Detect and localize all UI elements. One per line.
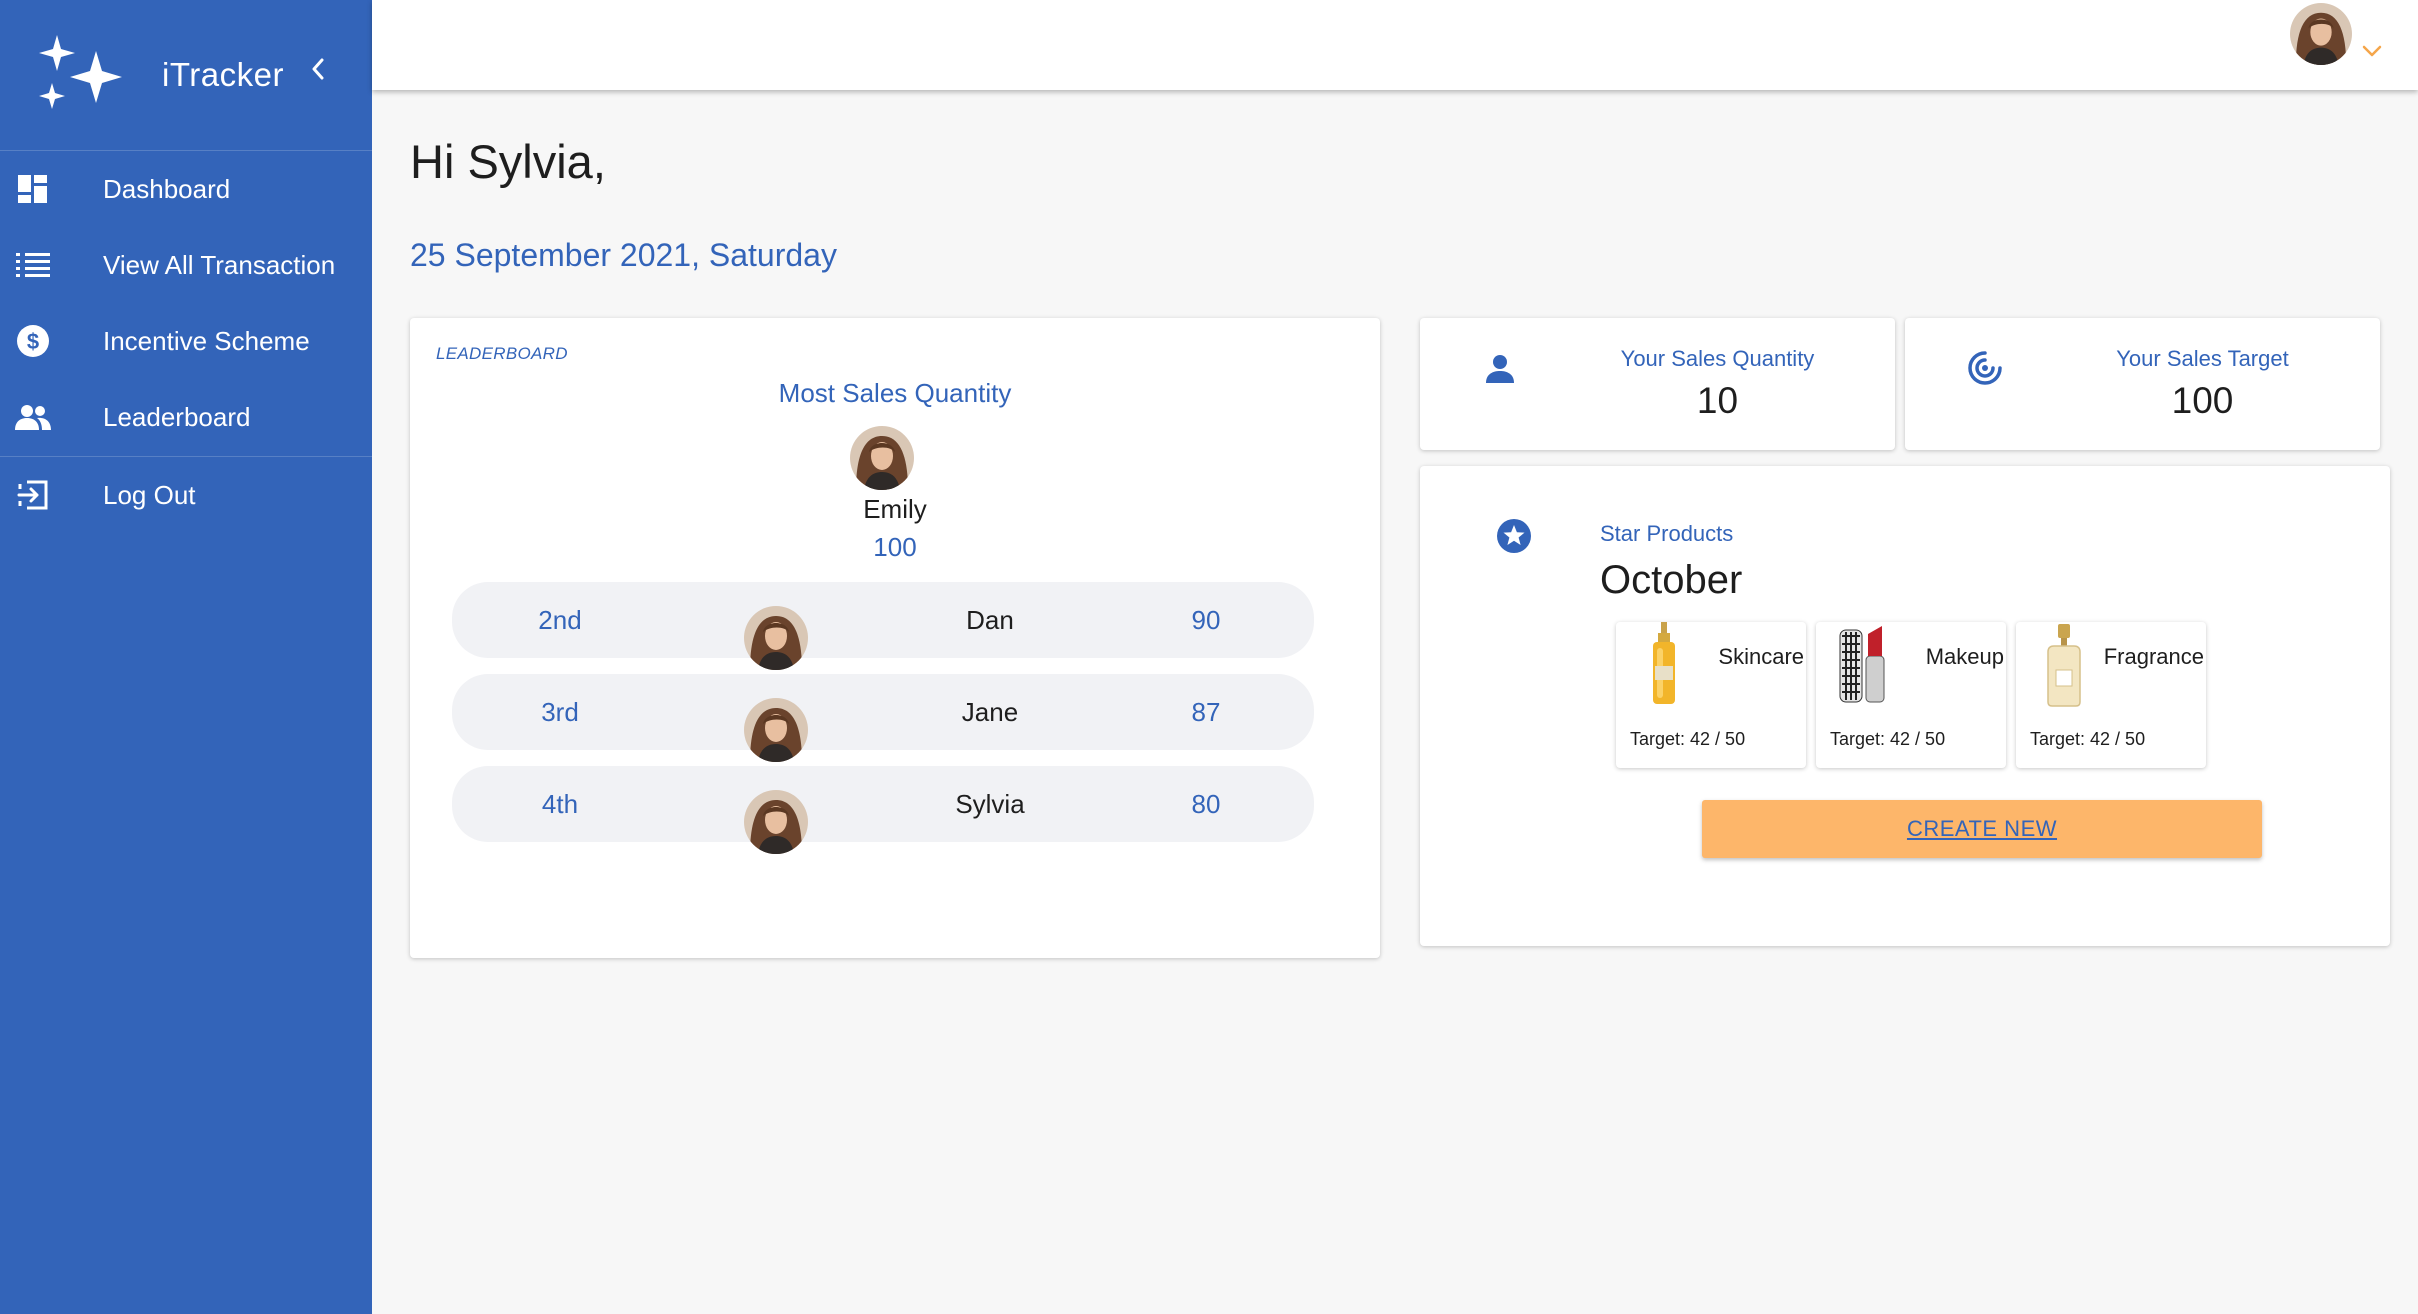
stat-label: Your Sales Target	[2116, 346, 2289, 371]
product-name: Fragrance	[2103, 644, 2204, 669]
row-avatar	[744, 606, 808, 670]
leaderboard-caption: LEADERBOARD	[436, 344, 568, 363]
create-new-button[interactable]: CREATE NEW	[1702, 800, 2262, 858]
row-name: Dan	[966, 604, 1014, 635]
skincare-bottle-icon	[1636, 622, 1692, 708]
product-target: Target: 42 / 50	[1630, 729, 1746, 749]
dashboard-icon	[15, 171, 51, 207]
stat-value: 100	[2171, 380, 2234, 421]
logout-button[interactable]: Log Out	[0, 457, 372, 533]
page-title: Hi Sylvia,	[410, 135, 606, 188]
row-score: 90	[1191, 604, 1221, 635]
row-score: 80	[1191, 788, 1221, 819]
sparkles-icon	[38, 35, 134, 115]
sidebar-nav: Dashboard View All Transaction $ Incenti…	[0, 151, 372, 455]
sidebar-item-incentive[interactable]: $ Incentive Scheme	[0, 303, 372, 379]
svg-text:$: $	[27, 329, 39, 354]
star-products-caption: Star Products	[1600, 521, 1734, 546]
sidebar-item-label: View All Transaction	[103, 249, 336, 280]
logout-label: Log Out	[103, 479, 196, 510]
star-products-card: Star Products October Skincare Target: 4…	[1420, 466, 2390, 946]
sidebar-item-label: Leaderboard	[103, 401, 251, 432]
product-name: Skincare	[1718, 644, 1804, 669]
star-circle-icon	[1496, 518, 1532, 554]
product-target: Target: 42 / 50	[2030, 729, 2146, 749]
row-avatar	[744, 698, 808, 762]
leaderboard-row: 3rd Jane 87	[452, 674, 1314, 750]
leaderboard-row: 4th Sylvia 80	[452, 766, 1314, 842]
dollar-circle-icon: $	[15, 323, 51, 359]
sidebar-item-dashboard[interactable]: Dashboard	[0, 151, 372, 227]
product-card-makeup[interactable]: Makeup Target: 42 / 50	[1816, 622, 2006, 768]
sidebar: iTracker Dashboard View All Transaction …	[0, 0, 372, 1314]
sales-target-card: Your Sales Target 100	[1905, 318, 2380, 450]
product-card-fragrance[interactable]: Fragrance Target: 42 / 50	[2016, 622, 2206, 768]
people-icon	[15, 399, 51, 435]
stat-value: 10	[1696, 380, 1739, 421]
leader-name: Emily	[863, 494, 927, 524]
row-name: Sylvia	[955, 788, 1025, 819]
leaderboard-card: LEADERBOARD Most Sales Quantity Emily 10…	[410, 318, 1380, 958]
list-icon	[15, 247, 51, 283]
product-card-skincare[interactable]: Skincare Target: 42 / 50	[1616, 622, 1806, 768]
chevron-left-icon[interactable]	[306, 54, 330, 84]
star-products-month: October	[1600, 558, 1743, 602]
person-icon	[1480, 348, 1520, 388]
chevron-down-icon[interactable]	[2362, 44, 2382, 63]
top-bar	[372, 0, 2418, 90]
row-rank: 2nd	[538, 604, 582, 635]
logout-icon	[15, 477, 51, 513]
row-rank: 4th	[541, 788, 579, 819]
leaderboard-row: 2nd Dan 90	[452, 582, 1314, 658]
sidebar-item-transactions[interactable]: View All Transaction	[0, 227, 372, 303]
product-target: Target: 42 / 50	[1830, 729, 1946, 749]
brand[interactable]: iTracker	[0, 0, 372, 151]
row-score: 87	[1191, 696, 1221, 727]
sidebar-item-label: Incentive Scheme	[103, 325, 310, 356]
brand-name: iTracker	[162, 56, 284, 93]
target-icon	[1965, 348, 2005, 388]
perfume-bottle-icon	[2036, 622, 2092, 708]
row-rank: 3rd	[541, 696, 579, 727]
stat-label: Your Sales Quantity	[1620, 346, 1815, 371]
row-avatar	[744, 790, 808, 854]
user-avatar[interactable]	[2290, 3, 2352, 65]
sidebar-item-leaderboard[interactable]: Leaderboard	[0, 379, 372, 455]
sidebar-item-label: Dashboard	[103, 173, 231, 204]
product-name: Makeup	[1925, 644, 2004, 669]
row-name: Jane	[961, 696, 1019, 727]
leader-score: 100	[873, 532, 917, 562]
leaderboard-title: Most Sales Quantity	[778, 378, 1012, 408]
leader-avatar	[850, 426, 914, 490]
current-date: 25 September 2021, Saturday	[410, 237, 837, 273]
lipstick-icon	[1836, 622, 1892, 708]
sales-quantity-card: Your Sales Quantity 10	[1420, 318, 1895, 450]
